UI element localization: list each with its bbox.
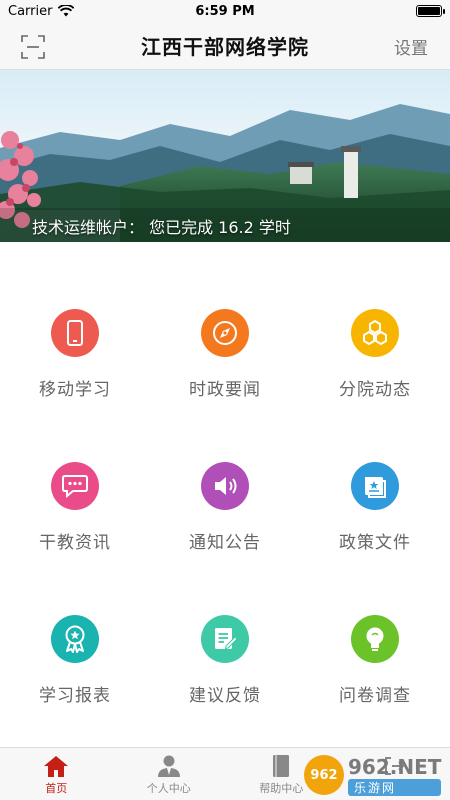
book-icon [351, 462, 399, 510]
battery-fill [418, 7, 440, 15]
menu-item-study-report[interactable]: 学习报表 [0, 605, 150, 745]
menu-label: 干教资讯 [39, 533, 111, 553]
compass-icon [201, 309, 249, 357]
tab-home[interactable]: 首页 [0, 748, 113, 800]
watermark-bottom: 乐游网 [348, 778, 442, 796]
watermark-circle: 962 [304, 755, 344, 795]
menu-item-policy-docs[interactable]: 政策文件 [300, 452, 450, 592]
tab-label: 首页 [45, 782, 68, 795]
battery-icon [416, 5, 445, 17]
menu-label: 分院动态 [339, 380, 411, 400]
scan-icon[interactable] [20, 34, 46, 60]
hexagons-icon [351, 309, 399, 357]
award-icon [51, 615, 99, 663]
watermark-top: 962.NET [348, 754, 442, 779]
page-title: 江西干部网络学院 [141, 35, 309, 59]
settings-button[interactable]: 设置 [394, 34, 428, 59]
tab-label: 帮助中心 [259, 782, 304, 795]
help-book-icon [273, 755, 290, 777]
status-bar: Carrier 6:59 PM [0, 0, 450, 22]
menu-label: 时政要闻 [189, 380, 261, 400]
menu-item-notices[interactable]: 通知公告 [150, 452, 300, 592]
menu-label: 移动学习 [39, 380, 111, 400]
menu-label: 问卷调查 [339, 686, 411, 706]
watermark-text: 962.NET 乐游网 [348, 754, 442, 796]
tab-profile[interactable]: 个人中心 [113, 748, 226, 800]
banner-image[interactable]: 技术运维帐户： 您已完成 16.2 学时 [0, 70, 450, 242]
menu-item-mobile-learning[interactable]: 移动学习 [0, 299, 150, 439]
banner-caption: 技术运维帐户： 您已完成 16.2 学时 [32, 218, 291, 237]
carrier-label: Carrier [8, 3, 53, 19]
wifi-icon [58, 5, 75, 17]
tab-label: 个人中心 [146, 782, 191, 795]
menu-item-survey[interactable]: 问卷调查 [300, 605, 450, 745]
user-icon [157, 755, 180, 777]
menu-item-current-affairs[interactable]: 时政要闻 [150, 299, 300, 439]
status-left: Carrier [8, 3, 75, 19]
bulb-icon [351, 615, 399, 663]
menu-label: 建议反馈 [189, 686, 261, 706]
watermark-logo: 962 962.NET 乐游网 [304, 752, 444, 798]
speaker-icon [201, 462, 249, 510]
home-icon [44, 756, 69, 777]
edit-icon [201, 615, 249, 663]
nav-bar: 江西干部网络学院 设置 [0, 22, 450, 70]
menu-label: 学习报表 [39, 686, 111, 706]
menu-item-branch-news[interactable]: 分院动态 [300, 299, 450, 439]
menu-item-feedback[interactable]: 建议反馈 [150, 605, 300, 745]
menu-grid: 移动学习 时政要闻 分院动态 干教资讯 通知公告 政策文件 学习报表 建议反馈 … [0, 242, 450, 747]
menu-label: 政策文件 [339, 533, 411, 553]
menu-label: 通知公告 [189, 533, 261, 553]
phone-icon [51, 309, 99, 357]
menu-item-cadre-news[interactable]: 干教资讯 [0, 452, 150, 592]
chat-icon [51, 462, 99, 510]
